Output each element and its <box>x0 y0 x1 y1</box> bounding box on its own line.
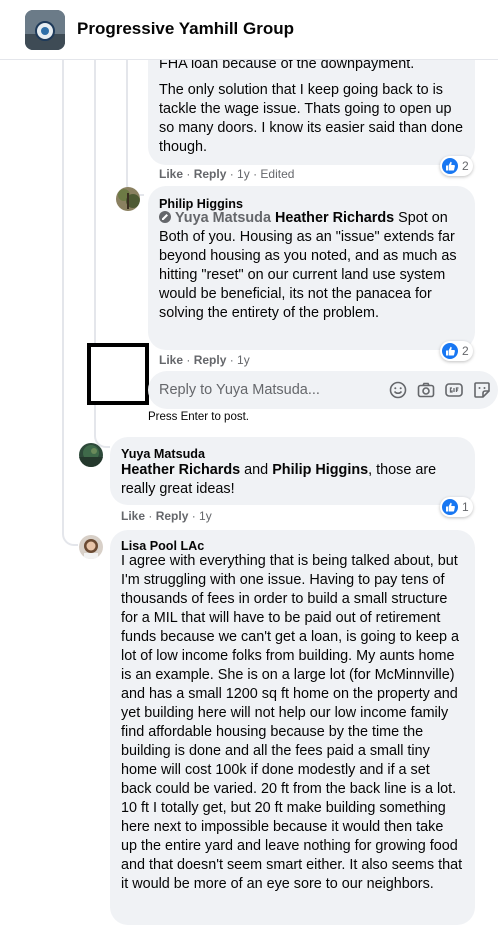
current-user-avatar <box>87 343 149 405</box>
reaction-summary[interactable]: 2 <box>440 156 473 176</box>
group-title[interactable]: Progressive Yamhill Group <box>77 19 294 39</box>
timestamp[interactable]: 1y <box>199 509 212 523</box>
thread-line-root <box>62 60 64 530</box>
avatar[interactable] <box>79 535 103 559</box>
reply-link[interactable]: Reply <box>194 167 227 181</box>
like-reaction-icon <box>442 499 458 515</box>
reply-placeholder: Reply to Yuya Matsuda... <box>159 382 320 398</box>
comment-bubble: Lisa Pool LAc I agree with everything th… <box>110 530 475 925</box>
camera-icon[interactable] <box>416 380 436 400</box>
edited-label: Edited <box>260 167 295 181</box>
comment-actions: Like · Reply · 1y <box>159 353 250 367</box>
reaction-count: 2 <box>462 159 469 173</box>
reply-link[interactable]: Reply <box>156 509 189 523</box>
reaction-summary[interactable]: 1 <box>440 497 473 517</box>
like-link[interactable]: Like <box>159 353 183 367</box>
comment-text: Heather Richards and Philip Higgins, tho… <box>121 461 461 499</box>
comment-actions: Like · Reply · 1y <box>121 509 212 523</box>
comment-text: Yuya Matsuda Heather Richards Spot on Bo… <box>159 209 464 323</box>
mention[interactable]: Philip Higgins <box>272 462 368 478</box>
reaction-summary[interactable]: 2 <box>440 341 473 361</box>
timestamp[interactable]: 1y <box>237 167 250 181</box>
like-reaction-icon <box>442 343 458 359</box>
comment-bubble: Yuya Matsuda Heather Richards and Philip… <box>110 437 475 505</box>
comment-actions: Like · Reply · 1y · Edited <box>159 167 295 181</box>
mention[interactable]: Yuya Matsuda <box>175 210 271 226</box>
avatar[interactable] <box>79 443 103 467</box>
avatar[interactable] <box>116 187 140 211</box>
like-link[interactable]: Like <box>159 167 183 181</box>
post-hint: Press Enter to post. <box>148 411 249 423</box>
reaction-count: 1 <box>462 500 469 514</box>
comment-text: The only solution that I keep going back… <box>159 82 463 155</box>
sticker-icon[interactable] <box>472 380 492 400</box>
mention[interactable]: Heather Richards <box>121 462 240 478</box>
like-link[interactable]: Like <box>121 509 145 523</box>
mention[interactable]: Heather Richards <box>275 210 394 226</box>
emoji-icon[interactable] <box>388 380 408 400</box>
reply-input[interactable]: Reply to Yuya Matsuda... <box>148 371 498 409</box>
group-avatar[interactable] <box>25 10 65 50</box>
like-reaction-icon <box>442 158 458 174</box>
reaction-count: 2 <box>462 344 469 358</box>
thread-line-nested <box>126 60 128 192</box>
thread-branch <box>62 528 78 546</box>
comment-body: Spot on Both of you. Housing as an "issu… <box>159 210 457 321</box>
comment-text: I agree with everything that is being ta… <box>121 553 463 892</box>
timestamp[interactable]: 1y <box>237 353 250 367</box>
reply-link[interactable]: Reply <box>194 353 227 367</box>
conjunction-text: and <box>244 462 269 478</box>
gif-icon[interactable] <box>444 380 464 400</box>
group-header: Progressive Yamhill Group <box>0 0 498 60</box>
comment-bubble: Philip Higgins Yuya Matsuda Heather Rich… <box>148 186 475 350</box>
mention-icon <box>159 211 171 223</box>
comment-author[interactable]: Yuya Matsuda <box>121 446 205 462</box>
